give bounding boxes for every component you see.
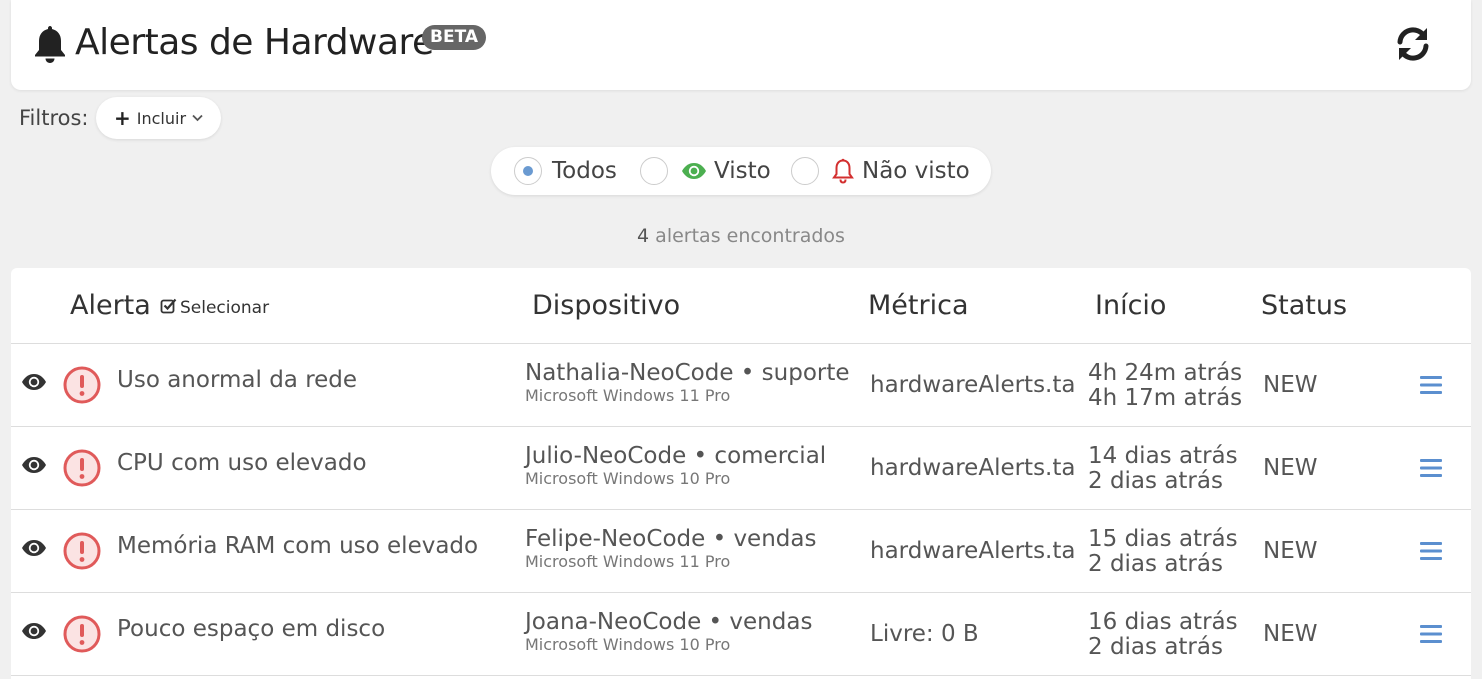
start-time: 15 dias atrás — [1088, 526, 1238, 552]
alerts-table: Alerta Selecionar Dispositivo Métrica In… — [11, 268, 1471, 679]
radio-visto-label: Visto — [714, 158, 771, 184]
end-time: 2 dias atrás — [1088, 551, 1223, 577]
device-os: Microsoft Windows 11 Pro — [525, 386, 731, 405]
radio-circle — [640, 157, 668, 185]
start-time: 14 dias atrás — [1088, 443, 1238, 469]
page-header: Alertas de Hardware BETA — [11, 0, 1471, 90]
eye-icon[interactable] — [21, 456, 47, 474]
results-count-number: 4 — [637, 225, 650, 247]
eye-icon[interactable] — [21, 373, 47, 391]
menu-icon[interactable] — [1419, 624, 1443, 644]
results-count-text: alertas encontrados — [655, 225, 845, 247]
alert-name: Pouco espaço em disco — [117, 616, 386, 642]
device-os: Microsoft Windows 10 Pro — [525, 635, 731, 654]
device-name: Felipe-NeoCode • vendas — [525, 526, 817, 552]
include-filter-button[interactable]: + Incluir — [96, 97, 221, 139]
metric-value: hardwareAlerts.table.metricas.cpu — [870, 455, 1077, 481]
status-badge: NEW — [1263, 455, 1318, 481]
chevron-down-icon — [192, 112, 203, 125]
alert-name: Memória RAM com uso elevado — [117, 533, 479, 559]
alert-name: Uso anormal da rede — [117, 367, 358, 393]
radio-todos[interactable]: Todos — [514, 147, 617, 195]
status-badge: NEW — [1263, 372, 1318, 398]
plus-icon: + — [113, 106, 131, 130]
radio-nao-visto-label: Não visto — [862, 158, 970, 184]
device-name: Joana-NeoCode • vendas — [525, 609, 813, 635]
device-os: Microsoft Windows 10 Pro — [525, 469, 731, 488]
beta-badge: BETA — [422, 25, 487, 50]
table-row[interactable]: Pouco espaço em disco Joana-NeoCode • ven… — [11, 593, 1471, 676]
bell-icon — [33, 24, 67, 64]
column-header-alerta[interactable]: Alerta — [70, 290, 151, 321]
status-badge: NEW — [1263, 621, 1318, 647]
radio-nao-visto[interactable]: Não visto — [791, 147, 970, 195]
radio-todos-label: Todos — [552, 158, 617, 184]
alert-name: CPU com uso elevado — [117, 450, 367, 476]
table-row[interactable]: Memória RAM com uso elevado Felipe-NeoCod… — [11, 510, 1471, 593]
results-count: 4 alertas encontrados — [0, 225, 1482, 247]
column-header-inicio[interactable]: Início — [1095, 290, 1166, 321]
alert-circle-icon — [63, 449, 101, 487]
alert-circle-icon — [63, 532, 101, 570]
eye-icon[interactable] — [21, 622, 47, 640]
view-filter-group: Todos Visto Não visto — [491, 147, 991, 195]
metric-value: hardwareAlerts.table.metricas.memoria — [870, 538, 1077, 564]
alert-circle-icon — [63, 366, 101, 404]
radio-circle — [791, 157, 819, 185]
page-title: Alertas de Hardware — [75, 22, 434, 63]
metric-value: hardwareAlerts.table.metricas.rede — [870, 372, 1077, 398]
eye-icon[interactable] — [21, 539, 47, 557]
menu-icon[interactable] — [1419, 541, 1443, 561]
metric-value: Livre: 0 B — [870, 621, 979, 647]
select-label: Selecionar — [180, 298, 270, 318]
select-button[interactable]: Selecionar — [160, 297, 269, 319]
menu-icon[interactable] — [1419, 458, 1443, 478]
eye-icon — [681, 162, 707, 180]
device-os: Microsoft Windows 11 Pro — [525, 552, 731, 571]
radio-visto[interactable]: Visto — [640, 147, 771, 195]
checkbox-checked-icon — [160, 297, 177, 319]
column-header-status[interactable]: Status — [1261, 290, 1347, 321]
alert-circle-icon — [63, 615, 101, 653]
filters-label: Filtros: — [19, 106, 89, 130]
menu-icon[interactable] — [1419, 375, 1443, 395]
device-name: Nathalia-NeoCode • suporte — [525, 360, 850, 386]
device-name: Julio-NeoCode • comercial — [525, 443, 827, 469]
column-header-dispositivo[interactable]: Dispositivo — [532, 290, 680, 321]
radio-selected-circle — [514, 157, 542, 185]
bell-outline-icon — [832, 158, 854, 184]
status-badge: NEW — [1263, 538, 1318, 564]
include-label: Incluir — [136, 108, 187, 128]
end-time: 4h 17m atrás — [1088, 385, 1243, 411]
table-row[interactable]: CPU com uso elevado Julio-NeoCode • comer… — [11, 427, 1471, 510]
end-time: 2 dias atrás — [1088, 634, 1223, 660]
table-row[interactable]: Uso anormal da rede Nathalia-NeoCode • su… — [11, 344, 1471, 427]
end-time: 2 dias atrás — [1088, 468, 1223, 494]
start-time: 16 dias atrás — [1088, 609, 1238, 635]
start-time: 4h 24m atrás — [1088, 360, 1243, 386]
column-header-metrica[interactable]: Métrica — [868, 290, 969, 321]
refresh-icon[interactable] — [1393, 24, 1433, 64]
